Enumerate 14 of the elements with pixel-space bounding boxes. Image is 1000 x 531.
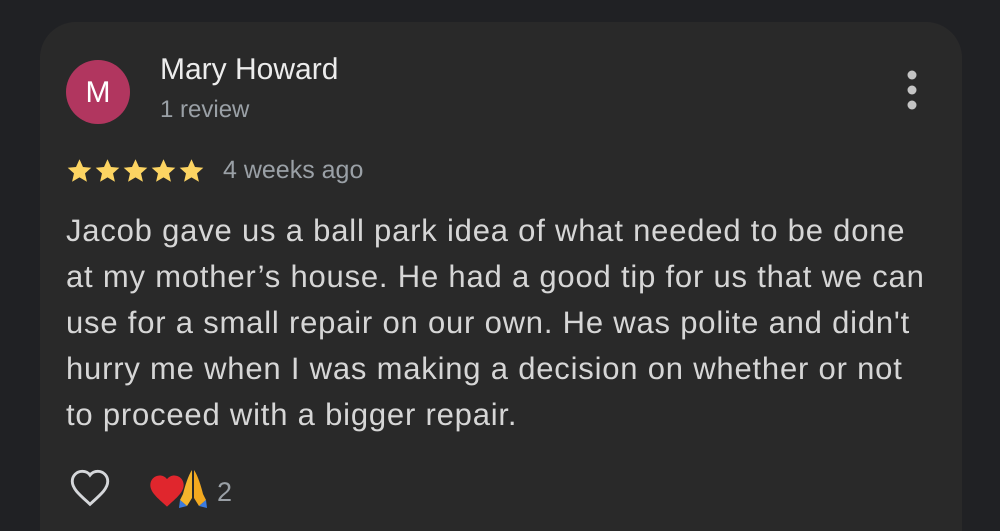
review-count: 1 review [160, 95, 250, 125]
praying-hands-icon [179, 468, 207, 508]
author-name[interactable]: Mary Howard [160, 52, 338, 88]
star-icon [178, 158, 205, 184]
heart-icon [68, 468, 112, 506]
review-text: Jacob gave us a ball park idea of what needed to be done at my mother’s house. He had a good tip for us that we can use for a small repair on our own. He was polite and didn't hurry me when I was making a decision on whether or not to proceed with a bigger repair. [66, 212, 926, 434]
star-icon [122, 158, 149, 184]
avatar: M [66, 60, 130, 124]
more-vertical-icon [907, 70, 917, 110]
review-time: 4 weeks ago [223, 155, 364, 186]
star-icon [94, 158, 121, 184]
reaction-count: 2 [217, 476, 232, 508]
star-icon [150, 158, 177, 184]
star-icon [66, 158, 93, 184]
